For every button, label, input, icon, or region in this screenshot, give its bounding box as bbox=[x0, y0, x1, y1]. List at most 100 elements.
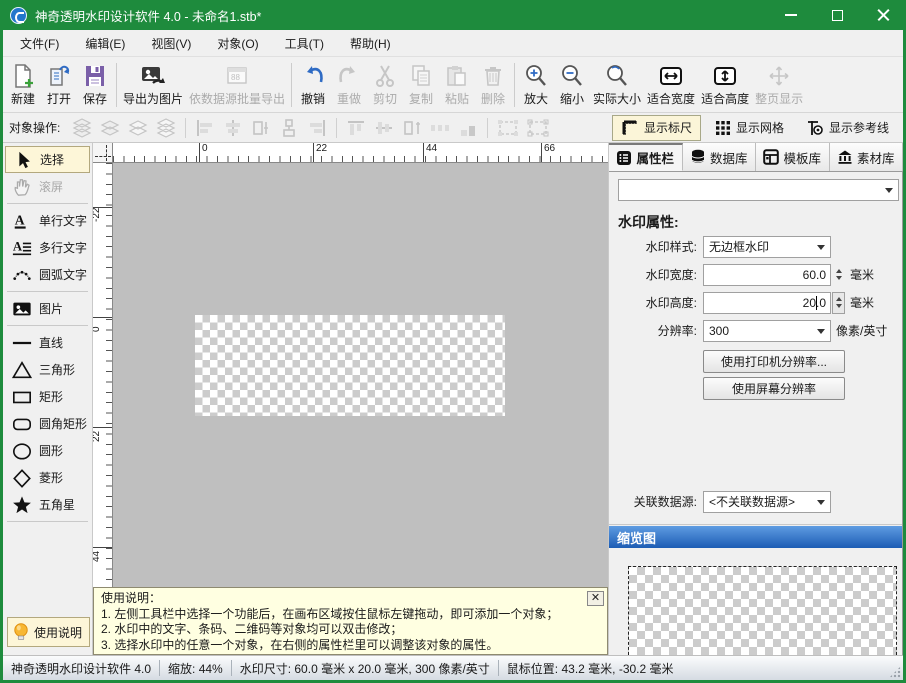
objbar-separator bbox=[487, 118, 488, 138]
canvas-area: 0 22 44 66 -22 0 22 44 使用说明： bbox=[93, 143, 608, 655]
watermark-transparent-area[interactable] bbox=[195, 315, 505, 416]
close-button[interactable] bbox=[860, 0, 906, 30]
batch-export-button: 88 依数据源批量导出 bbox=[186, 62, 288, 108]
resolution-combo[interactable]: 300 bbox=[703, 320, 831, 342]
tab-properties[interactable]: 属性栏 bbox=[609, 143, 683, 171]
width-spin-buttons[interactable] bbox=[832, 264, 845, 286]
tool-label: 滚屏 bbox=[39, 178, 63, 195]
maximize-button[interactable] bbox=[814, 0, 860, 30]
tab-materials[interactable]: 素材库 bbox=[830, 143, 904, 171]
save-button[interactable]: 保存 bbox=[77, 62, 113, 108]
tool-arc-text[interactable]: 圆弧文字 bbox=[5, 261, 90, 288]
section-title: 水印属性: bbox=[618, 212, 679, 232]
menu-view[interactable]: 视图(V) bbox=[138, 31, 204, 56]
show-grid-toggle[interactable]: 显示网格 bbox=[707, 116, 792, 139]
main-toolbar: 新建 打开 保存 导出为图片 88 依数据源批量导出 撤销 bbox=[3, 57, 903, 113]
tool-star[interactable]: 五角星 bbox=[5, 491, 90, 518]
title-bar: 神奇透明水印设计软件 4.0 - 未命名1.stb* bbox=[0, 0, 906, 30]
center-in-page-icon bbox=[278, 118, 300, 138]
status-mouse-position: 鼠标位置: 43.2 毫米, -30.2 毫米 bbox=[507, 660, 674, 677]
tool-line[interactable]: 直线 bbox=[5, 329, 90, 356]
menu-help[interactable]: 帮助(H) bbox=[337, 31, 404, 56]
tool-triangle[interactable]: 三角形 bbox=[5, 356, 90, 383]
v-ruler-label: 22 bbox=[93, 427, 113, 439]
undo-button[interactable]: 撤销 bbox=[295, 62, 331, 108]
button-label: 实际大小 bbox=[593, 90, 641, 107]
menu-object[interactable]: 对象(O) bbox=[204, 31, 271, 56]
paste-button: 粘贴 bbox=[439, 62, 475, 108]
delete-button: 删除 bbox=[475, 62, 511, 108]
tab-templates[interactable]: 模板库 bbox=[756, 143, 830, 171]
datasource-combo[interactable]: <不关联数据源> bbox=[703, 491, 831, 513]
minimize-button[interactable] bbox=[768, 0, 814, 30]
status-separator bbox=[159, 660, 160, 676]
align-center-h-icon bbox=[222, 118, 244, 138]
vertical-ruler: -22 0 22 44 bbox=[93, 163, 113, 587]
tool-rectangle[interactable]: 矩形 bbox=[5, 383, 90, 410]
group-icon bbox=[496, 118, 520, 138]
help-close-button[interactable]: ✕ bbox=[587, 591, 604, 606]
bank-building-icon bbox=[837, 149, 853, 165]
menu-file[interactable]: 文件(F) bbox=[7, 31, 72, 56]
thumbnail-header: 缩览图 bbox=[609, 526, 902, 548]
tool-select[interactable]: 选择 bbox=[5, 146, 90, 173]
design-canvas[interactable] bbox=[113, 163, 608, 587]
h-ruler-label: 44 bbox=[423, 143, 437, 163]
object-toolbar-label: 对象操作: bbox=[9, 119, 60, 136]
toolbar-separator bbox=[116, 63, 117, 107]
show-guides-toggle[interactable]: 显示参考线 bbox=[798, 116, 897, 140]
actual-size-button[interactable]: 实际大小 bbox=[590, 62, 644, 108]
ruler-icon bbox=[621, 119, 639, 137]
button-label: 适合宽度 bbox=[647, 90, 695, 107]
fit-width-button[interactable]: 适合宽度 bbox=[644, 62, 698, 108]
database-icon bbox=[690, 149, 706, 165]
guides-icon bbox=[806, 119, 824, 137]
show-ruler-toggle[interactable]: 显示标尺 bbox=[612, 115, 701, 141]
sidebar-separator bbox=[7, 291, 88, 292]
tool-rounded-rectangle[interactable]: 圆角矩形 bbox=[5, 410, 90, 437]
export-image-button[interactable]: 导出为图片 bbox=[120, 62, 186, 108]
usage-help-button[interactable]: 使用说明 bbox=[7, 617, 90, 647]
ruler-ticks bbox=[106, 163, 112, 587]
tool-label: 圆形 bbox=[39, 442, 63, 459]
watermark-style-combo[interactable]: 无边框水印 bbox=[703, 236, 831, 258]
menu-tools[interactable]: 工具(T) bbox=[272, 31, 337, 56]
panel-divider bbox=[609, 524, 902, 525]
tool-image[interactable]: 图片 bbox=[5, 295, 90, 322]
export-image-icon bbox=[139, 63, 167, 89]
new-button[interactable]: 新建 bbox=[5, 62, 41, 108]
sidebar-separator bbox=[7, 203, 88, 204]
tool-circle[interactable]: 圆形 bbox=[5, 437, 90, 464]
combo-value: <不关联数据源> bbox=[709, 493, 795, 510]
watermark-width-input[interactable]: 60.0 bbox=[703, 264, 831, 286]
tab-label: 模板库 bbox=[783, 148, 821, 167]
button-label: 粘贴 bbox=[445, 90, 469, 107]
send-backward-icon bbox=[127, 118, 149, 138]
svg-text:88: 88 bbox=[231, 73, 240, 82]
zoom-out-button[interactable]: 缩小 bbox=[554, 62, 590, 108]
menu-edit[interactable]: 编辑(E) bbox=[72, 31, 138, 56]
watermark-height-input[interactable]: 20.0 bbox=[703, 292, 831, 314]
object-selector-combo[interactable] bbox=[618, 179, 899, 201]
height-spin-buttons[interactable] bbox=[832, 292, 845, 314]
datasource-label: 关联数据源: bbox=[609, 493, 697, 510]
fit-height-button[interactable]: 适合高度 bbox=[698, 62, 752, 108]
open-button[interactable]: 打开 bbox=[41, 62, 77, 108]
batch-export-icon: 88 bbox=[224, 63, 250, 89]
zoom-in-button[interactable]: 放大 bbox=[518, 62, 554, 108]
tool-label: 圆角矩形 bbox=[39, 415, 87, 432]
button-label: 新建 bbox=[11, 90, 35, 107]
h-ruler-label: 66 bbox=[541, 143, 555, 163]
tool-diamond[interactable]: 菱形 bbox=[5, 464, 90, 491]
toggle-label: 显示参考线 bbox=[829, 119, 889, 136]
use-printer-dpi-button[interactable]: 使用打印机分辨率... bbox=[703, 350, 845, 373]
tool-single-line-text[interactable]: A 单行文字 bbox=[5, 207, 90, 234]
tool-multi-line-text[interactable]: A 多行文字 bbox=[5, 234, 90, 261]
tool-label: 圆弧文字 bbox=[39, 266, 87, 283]
align-right-icon bbox=[306, 118, 328, 138]
chevron-down-icon bbox=[817, 329, 825, 334]
tab-database[interactable]: 数据库 bbox=[683, 143, 757, 171]
use-screen-dpi-button[interactable]: 使用屏幕分辨率 bbox=[703, 377, 845, 400]
resize-grip[interactable] bbox=[889, 666, 901, 678]
status-zoom: 缩放: 44% bbox=[168, 660, 223, 677]
